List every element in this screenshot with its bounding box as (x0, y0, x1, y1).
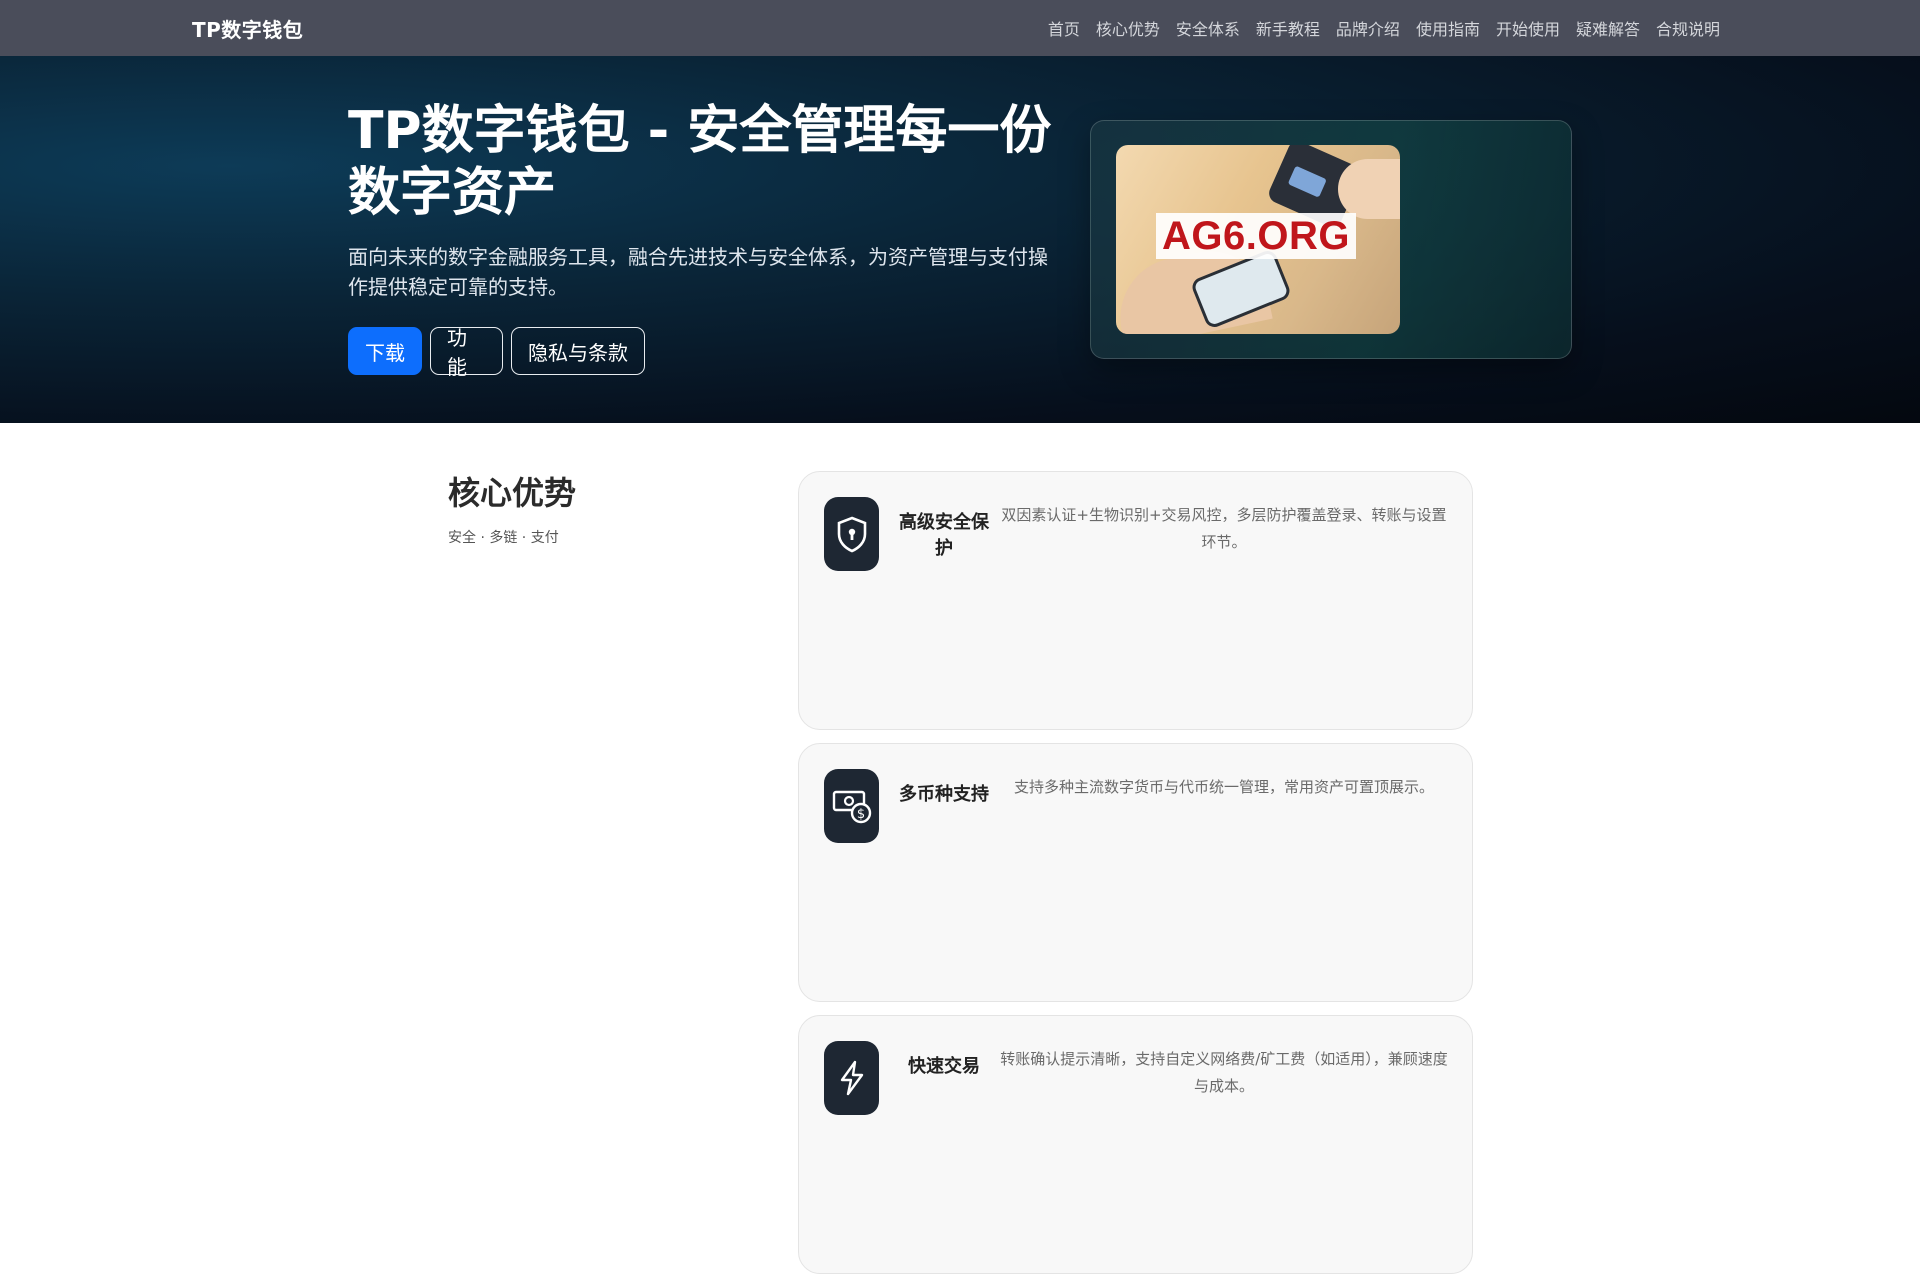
nav-links: 首页 核心优势 安全体系 新手教程 品牌介绍 使用指南 开始使用 疑难解答 合规… (1048, 0, 1720, 56)
privacy-terms-button[interactable]: 隐私与条款 (511, 327, 645, 375)
feature-card-fast-trade: 快速交易 转账确认提示清晰，支持自定义网络费/矿工费（如适用），兼顾速度与成本。 (798, 1015, 1473, 1274)
image-watermark-label: AG6.ORG (1156, 213, 1356, 259)
download-button[interactable]: 下载 (348, 327, 422, 375)
feature-title: 多币种支持 (899, 784, 989, 805)
nav-link-get-started[interactable]: 开始使用 (1496, 16, 1560, 40)
section-title: 核心优势 (448, 474, 577, 512)
nav-link-security[interactable]: 安全体系 (1176, 16, 1240, 40)
feature-description: 双因素认证+生物识别+交易风控，多层防护覆盖登录、转账与设置环节。 (1001, 506, 1447, 551)
payment-photo: AG6.ORG (1116, 145, 1400, 334)
svg-text:$: $ (856, 807, 864, 822)
feature-title: 快速交易 (908, 1056, 980, 1077)
hand-shape (1338, 159, 1400, 219)
nav-link-home[interactable]: 首页 (1048, 16, 1080, 40)
features-button[interactable]: 功能 (430, 326, 503, 379)
nav-link-advantages[interactable]: 核心优势 (1096, 16, 1160, 40)
nav-link-guide[interactable]: 使用指南 (1416, 16, 1480, 40)
nav-link-faq[interactable]: 疑难解答 (1576, 16, 1640, 40)
feature-card-security: 高级安全保护 双因素认证+生物识别+交易风控，多层防护覆盖登录、转账与设置环节。 (798, 471, 1473, 730)
nav-link-compliance[interactable]: 合规说明 (1656, 16, 1720, 40)
section-subtitle: 安全 · 多链 · 支付 (448, 530, 559, 546)
hero-buttons: 下载 功能 隐私与条款 (348, 326, 645, 379)
shield-keyhole-icon (824, 497, 879, 571)
hero-image-card: AG6.ORG (1090, 120, 1572, 359)
hero-description: 面向未来的数字金融服务工具，融合先进技术与安全体系，为资产管理与支付操作提供稳定… (348, 245, 1048, 299)
brand-logo-link[interactable]: TP数字钱包 (192, 14, 303, 43)
terminal-screen (1287, 165, 1327, 198)
feature-card-multicurrency: $ 多币种支持 支持多种主流数字货币与代币统一管理，常用资产可置顶展示。 (798, 743, 1473, 1002)
hero-section: TP数字钱包 - 安全管理每一份数字资产 面向未来的数字金融服务工具，融合先进技… (0, 56, 1920, 423)
feature-title: 高级安全保护 (899, 512, 989, 559)
lightning-icon (824, 1041, 879, 1115)
nav-link-tutorial[interactable]: 新手教程 (1256, 16, 1320, 40)
feature-description: 支持多种主流数字货币与代币统一管理，常用资产可置顶展示。 (1013, 778, 1434, 796)
feature-description: 转账确认提示清晰，支持自定义网络费/矿工费（如适用），兼顾速度与成本。 (1000, 1050, 1448, 1095)
nav-link-brand[interactable]: 品牌介绍 (1336, 16, 1400, 40)
top-navbar: TP数字钱包 首页 核心优势 安全体系 新手教程 品牌介绍 使用指南 开始使用 … (0, 0, 1920, 56)
cash-coin-icon: $ (824, 769, 879, 843)
hero-title: TP数字钱包 - 安全管理每一份数字资产 (348, 101, 1052, 223)
